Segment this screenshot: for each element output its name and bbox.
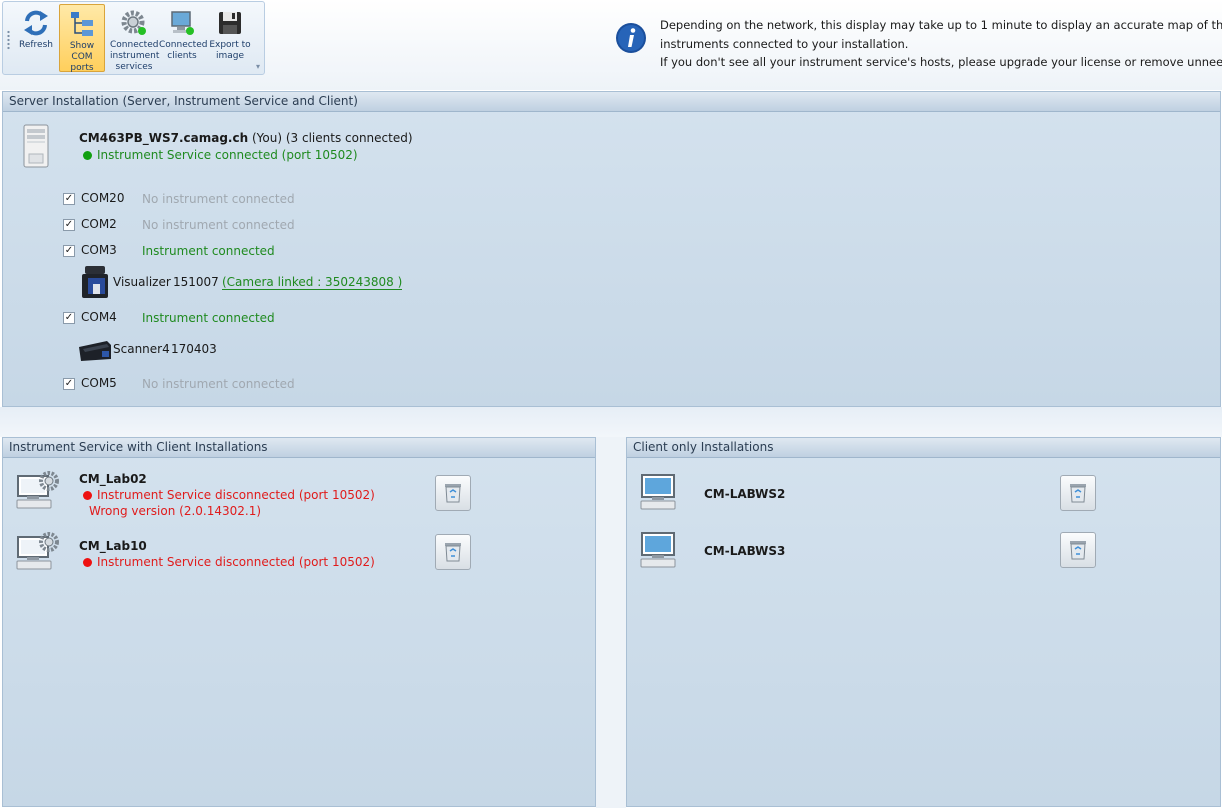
floppy-disk-icon bbox=[219, 12, 241, 34]
remove-cm-lab10-button[interactable] bbox=[435, 534, 471, 570]
server-service-status: Instrument Service connected (port 10502… bbox=[83, 148, 358, 162]
com2-checkbox[interactable]: ✓ bbox=[63, 219, 75, 231]
info-message: Depending on the network, this display m… bbox=[660, 16, 1222, 72]
cm-lab10-status-text: Instrument Service disconnected (port 10… bbox=[97, 555, 375, 569]
cm-lab10-name: CM_Lab10 bbox=[79, 539, 147, 553]
server-you-tag: (You) bbox=[251, 131, 283, 145]
disconnected-status-dot-icon bbox=[83, 558, 92, 567]
com20-label: COM20 bbox=[81, 191, 125, 205]
com3-label: COM3 bbox=[81, 243, 117, 257]
client-only-panel: Client only Installations CM-LABWS2 CM-L… bbox=[626, 437, 1221, 807]
server-host-line: CM463PB_WS7.camag.ch (You) (3 clients co… bbox=[79, 131, 413, 145]
com5-label: COM5 bbox=[81, 376, 117, 390]
com5-checkbox[interactable]: ✓ bbox=[63, 378, 75, 390]
refresh-label: Refresh bbox=[19, 40, 53, 50]
com4-status: Instrument connected bbox=[142, 311, 275, 325]
ribbon-toolbar: Refresh Show COM ports Connected instrum… bbox=[2, 1, 265, 75]
scanner-device-icon bbox=[79, 341, 111, 361]
connected-status-dot-icon bbox=[83, 151, 92, 160]
server-installation-panel: Server Installation (Server, Instrument … bbox=[2, 91, 1221, 407]
export-to-image-label-2: image bbox=[215, 51, 245, 61]
server-service-status-text: Instrument Service connected (port 10502… bbox=[97, 148, 358, 162]
com4-label: COM4 bbox=[81, 310, 117, 324]
scanner-name: Scanner4 bbox=[113, 342, 170, 356]
info-line-2: instruments connected to your installati… bbox=[660, 36, 909, 51]
export-to-image-button[interactable]: Export to image bbox=[207, 4, 253, 72]
visualizer-name: Visualizer bbox=[113, 275, 171, 289]
cm-lab02-version-warning: Wrong version (2.0.14302.1) bbox=[89, 504, 262, 518]
connected-instrument-services-button[interactable]: Connected instrument services bbox=[110, 4, 160, 72]
recycle-bin-icon bbox=[445, 484, 461, 503]
client-panel-title: Client only Installations bbox=[627, 438, 1220, 458]
workstation-gear-icon bbox=[16, 532, 59, 570]
recycle-bin-icon bbox=[1070, 484, 1086, 503]
gear-icon bbox=[121, 10, 146, 35]
com3-status: Instrument connected bbox=[142, 244, 275, 258]
cm-labws2-name: CM-LABWS2 bbox=[704, 487, 786, 501]
show-com-ports-button[interactable]: Show COM ports bbox=[59, 4, 105, 73]
remove-cm-labws3-button[interactable] bbox=[1060, 532, 1096, 568]
recycle-bin-icon bbox=[1070, 541, 1086, 560]
connected-clients-label-2: clients bbox=[167, 51, 197, 61]
recycle-bin-icon bbox=[445, 543, 461, 562]
refresh-button[interactable]: Refresh bbox=[13, 4, 59, 72]
client-workstation-icon bbox=[640, 474, 676, 510]
com2-label: COM2 bbox=[81, 217, 117, 231]
show-com-ports-label-1: Show COM bbox=[69, 41, 95, 62]
service-panel-title: Instrument Service with Client Installat… bbox=[3, 438, 595, 458]
server-clients-count: (3 clients connected) bbox=[285, 131, 413, 145]
camera-linked-link[interactable]: (Camera linked : 350243808 ) bbox=[222, 275, 403, 290]
connected-instrument-services-label-2: instrument bbox=[110, 51, 160, 61]
connected-clients-label-1: Connected bbox=[159, 40, 208, 50]
export-to-image-label-1: Export to bbox=[209, 40, 251, 50]
info-line-3: If you don't see all your instrument ser… bbox=[660, 55, 1222, 69]
scanner-serial: 170403 bbox=[171, 342, 217, 356]
server-host-name: CM463PB_WS7.camag.ch bbox=[79, 131, 249, 145]
instrument-service-panel: Instrument Service with Client Installat… bbox=[2, 437, 596, 807]
ribbon-overflow-arrow-icon[interactable]: ▾ bbox=[254, 62, 262, 72]
workstation-gear-icon bbox=[16, 471, 59, 509]
cm-labws3-name: CM-LABWS3 bbox=[704, 544, 786, 558]
cm-lab02-status-text: Instrument Service disconnected (port 10… bbox=[97, 488, 375, 502]
connected-instrument-services-label-3: services bbox=[115, 62, 153, 72]
visualizer-serial: 151007 bbox=[173, 275, 219, 289]
cm-lab10-status: Instrument Service disconnected (port 10… bbox=[83, 555, 375, 569]
monitor-icon bbox=[171, 11, 194, 35]
com4-checkbox[interactable]: ✓ bbox=[63, 312, 75, 324]
server-tower-icon bbox=[23, 124, 49, 168]
top-bar: Refresh Show COM ports Connected instrum… bbox=[0, 0, 1222, 90]
panel-separator bbox=[0, 407, 1222, 437]
connected-clients-button[interactable]: Connected clients bbox=[159, 4, 208, 72]
info-line-1: Depending on the network, this display m… bbox=[660, 18, 1222, 32]
cm-lab02-status: Instrument Service disconnected (port 10… bbox=[83, 488, 375, 502]
visualizer-device-icon bbox=[82, 266, 108, 298]
cm-lab02-name: CM_Lab02 bbox=[79, 472, 147, 486]
connected-instrument-services-label-1: Connected bbox=[110, 40, 159, 50]
remove-cm-lab02-button[interactable] bbox=[435, 475, 471, 511]
disconnected-status-dot-icon bbox=[83, 491, 92, 500]
com20-checkbox[interactable]: ✓ bbox=[63, 193, 75, 205]
com20-status: No instrument connected bbox=[142, 192, 295, 206]
remove-cm-labws2-button[interactable] bbox=[1060, 475, 1096, 511]
server-panel-title: Server Installation (Server, Instrument … bbox=[3, 92, 1220, 112]
panel-column-separator bbox=[596, 437, 626, 808]
info-icon bbox=[616, 23, 646, 53]
com2-status: No instrument connected bbox=[142, 218, 295, 232]
refresh-icon bbox=[24, 10, 48, 36]
toolbar-grip[interactable] bbox=[7, 30, 10, 50]
tree-icon bbox=[71, 12, 93, 36]
client-workstation-icon bbox=[640, 532, 676, 568]
show-com-ports-label-2: ports bbox=[70, 63, 94, 73]
com5-status: No instrument connected bbox=[142, 377, 295, 391]
com3-checkbox[interactable]: ✓ bbox=[63, 245, 75, 257]
